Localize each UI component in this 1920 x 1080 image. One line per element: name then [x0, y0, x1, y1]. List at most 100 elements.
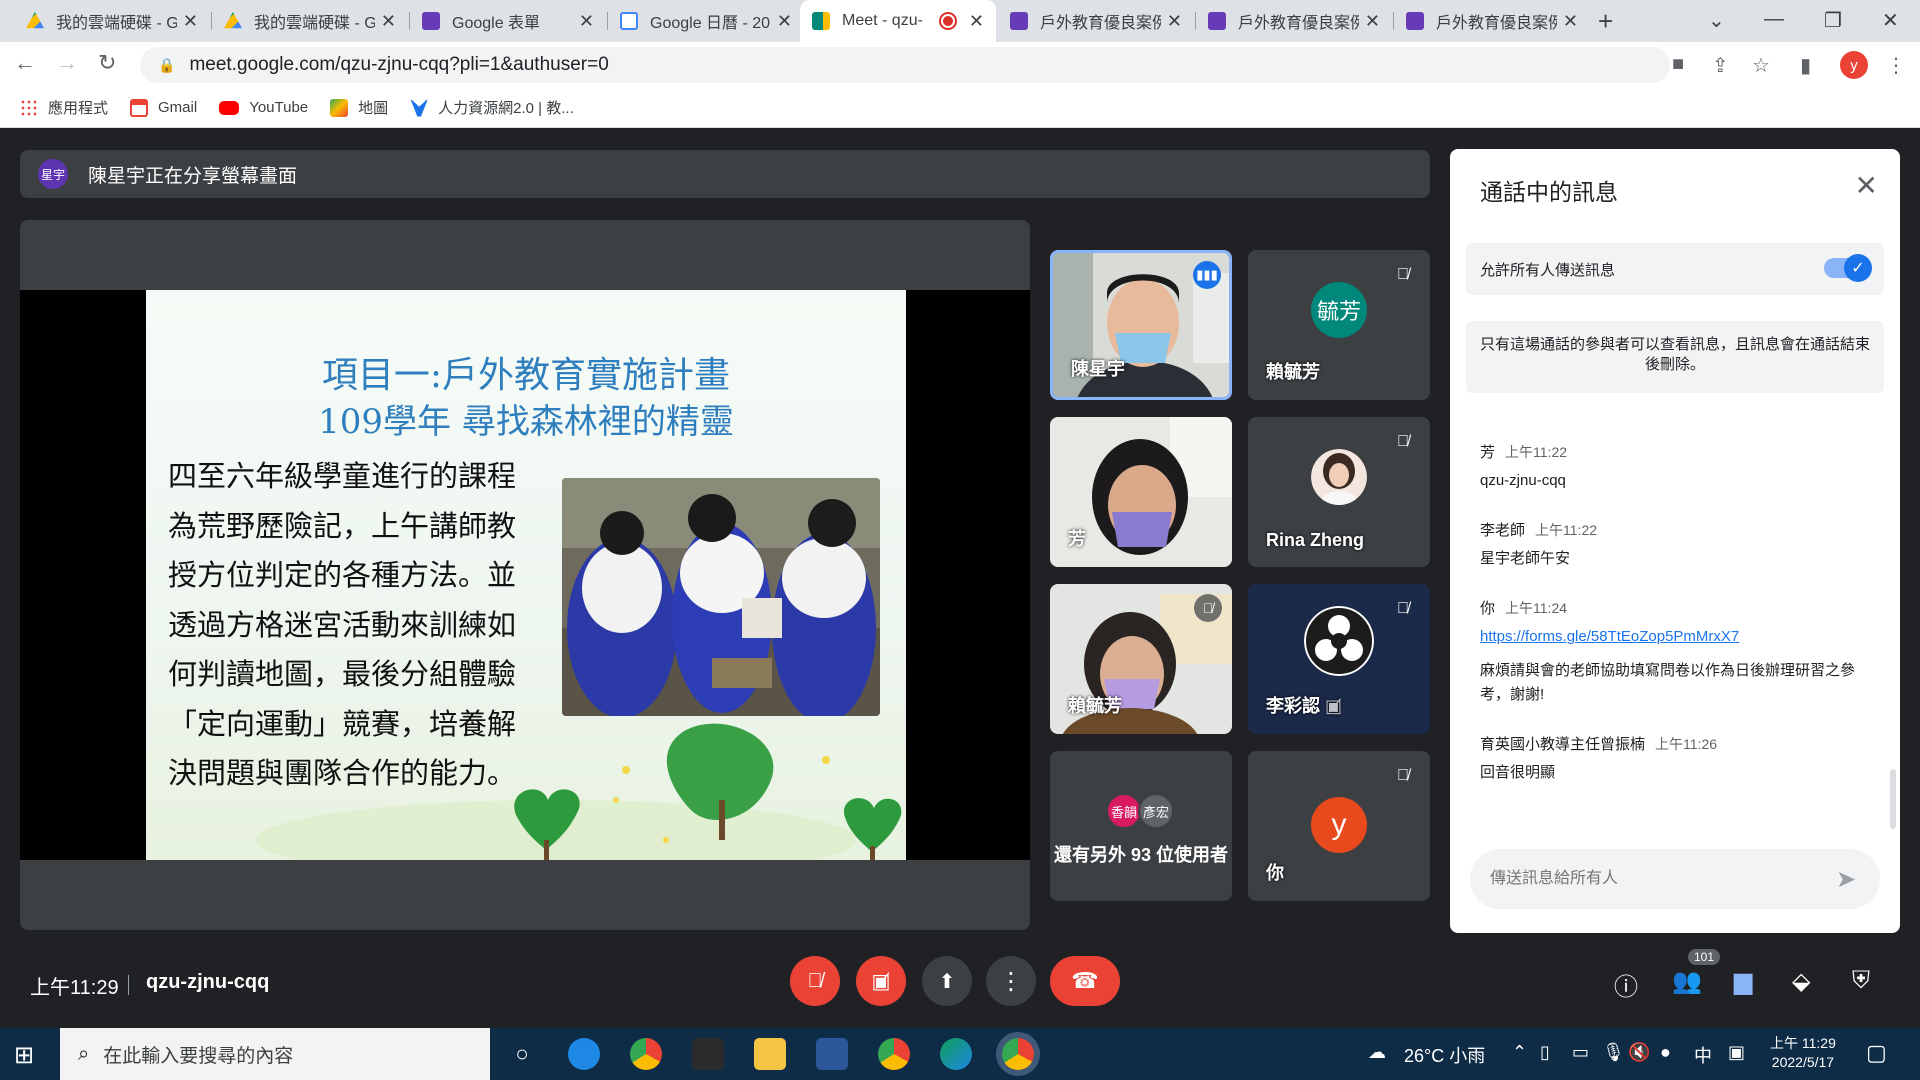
self-tile[interactable]: 🎙̸ y 你	[1248, 751, 1430, 901]
notifications-icon[interactable]: ▢	[1866, 1040, 1887, 1066]
bookmark-youtube[interactable]: YouTube	[219, 99, 308, 116]
window-close-icon[interactable]: ✕	[1882, 8, 1899, 33]
browser-tab-forms[interactable]: Google 表單 ✕	[410, 0, 606, 42]
form-link[interactable]: https://forms.gle/58TtEoZop5PmMrxX7	[1480, 628, 1739, 645]
close-tab-icon[interactable]: ✕	[1365, 11, 1380, 32]
hang-up-icon: ☎	[1071, 968, 1099, 993]
participant-tile[interactable]: ▮▮▮ 陳星宇	[1050, 250, 1232, 400]
back-arrow-icon[interactable]: ←	[14, 50, 36, 76]
close-tab-icon[interactable]: ✕	[183, 11, 198, 32]
chrome-icon[interactable]	[630, 1038, 662, 1070]
present-screen-button[interactable]: ⬆	[922, 956, 972, 1006]
camera-in-use-icon[interactable]: ■	[1672, 53, 1684, 76]
close-chat-icon[interactable]: ✕	[1855, 169, 1878, 202]
participant-tile[interactable]: 🎙̸ 毓芳 賴毓芳	[1248, 250, 1430, 400]
participants-icon[interactable]: 👥	[1672, 967, 1702, 996]
close-tab-icon[interactable]: ✕	[777, 11, 792, 32]
allow-messages-toggle[interactable]: ✓	[1824, 254, 1872, 282]
mic-off-icon: 🎙̸	[807, 969, 823, 992]
close-tab-icon[interactable]: ✕	[969, 11, 984, 32]
bookmark-apps[interactable]: 應用程式	[20, 97, 108, 118]
word-icon[interactable]	[816, 1038, 848, 1070]
browser-tab-case-1[interactable]: 戶外教育優良案例 ✕	[998, 0, 1194, 42]
profile-avatar[interactable]: y	[1840, 51, 1868, 79]
bookmark-gmail[interactable]: Gmail	[130, 98, 197, 117]
ime-mode-icon[interactable]: ▣	[1728, 1042, 1745, 1063]
chrome-profile-icon[interactable]	[878, 1038, 910, 1070]
bookmark-star-icon[interactable]: ☆	[1752, 53, 1770, 78]
maximize-icon[interactable]: ❐	[1824, 8, 1842, 33]
close-tab-icon[interactable]: ✕	[579, 11, 594, 32]
forward-arrow-icon[interactable]: →	[56, 50, 78, 76]
browser-tab-drive-2[interactable]: 我的雲端硬碟 - G ✕	[212, 0, 408, 42]
close-tab-icon[interactable]: ✕	[1563, 11, 1578, 32]
slide-subtitle: 109學年 尋找森林裡的精靈	[318, 402, 734, 442]
more-options-button[interactable]: ⋮	[986, 956, 1036, 1006]
browser-tab-case-2[interactable]: 戶外教育優良案例 ✕	[1196, 0, 1392, 42]
share-icon[interactable]: ⇪	[1712, 53, 1729, 78]
chrome-active-icon[interactable]	[1002, 1038, 1034, 1070]
google-calendar-icon	[620, 12, 638, 30]
presenting-text: 陳星宇正在分享螢幕畫面	[88, 165, 298, 187]
bookmark-maps[interactable]: 地圖	[330, 97, 388, 118]
browser-tab-drive-1[interactable]: 我的雲端硬碟 - G ✕	[14, 0, 210, 42]
mic-off-icon: 🎙̸	[1194, 594, 1222, 622]
lock-icon[interactable]: 🔒	[158, 57, 175, 74]
ime-indicator[interactable]: 中	[1694, 1042, 1712, 1068]
address-bar[interactable]: 🔒 meet.google.com/qzu-zjnu-cqq?pli=1&aut…	[140, 47, 1670, 83]
new-tab-plus-icon[interactable]: +	[1598, 6, 1613, 37]
close-tab-icon[interactable]: ✕	[381, 11, 396, 32]
tray-chrome-icon[interactable]: ●	[1660, 1042, 1671, 1063]
meeting-details-icon[interactable]: ⓘ	[1614, 967, 1638, 1002]
volume-muted-icon[interactable]: 🔇	[1628, 1042, 1650, 1063]
leave-call-button[interactable]: ☎	[1050, 956, 1120, 1006]
tab-search-chevron-icon[interactable]: ⌄	[1708, 8, 1725, 33]
browser-tab-case-3[interactable]: 戶外教育優良案例 ✕	[1394, 0, 1590, 42]
task-view-icon[interactable]: ○	[506, 1038, 538, 1070]
send-icon[interactable]: ➤	[1836, 865, 1856, 894]
participant-tile[interactable]: 🎙̸ Rina Zheng	[1248, 417, 1430, 567]
file-explorer-icon[interactable]	[754, 1038, 786, 1070]
internet-explorer-icon[interactable]	[568, 1038, 600, 1070]
network-icon[interactable]: ▭	[1572, 1042, 1589, 1063]
browser-tab-calendar[interactable]: Google 日曆 - 20 ✕	[608, 0, 804, 42]
host-controls-icon[interactable]: ⛨	[1852, 967, 1870, 995]
google-forms-icon	[1208, 12, 1226, 30]
bookmark-hr-network[interactable]: 人力資源網2.0 | 教...	[410, 97, 574, 118]
meeting-controls: 上午11:29 qzu-zjnu-cqq 🎙̸ ▣̸ ⬆ ⋮ ☎ ⓘ 👥 101…	[0, 949, 1920, 1028]
apps-grid-icon	[20, 98, 38, 117]
more-vert-icon: ⋮	[999, 967, 1023, 995]
youtube-icon	[219, 100, 240, 115]
toggle-mic-button[interactable]: 🎙̸	[790, 956, 840, 1006]
chat-title: 通話中的訊息	[1480, 179, 1618, 205]
reload-icon[interactable]: ↻	[98, 50, 116, 76]
participant-tile[interactable]: 芳	[1050, 417, 1232, 567]
tray-chevron-icon[interactable]: ⌃	[1512, 1042, 1527, 1063]
chat-message-input[interactable]	[1470, 849, 1880, 909]
activities-icon[interactable]: ⬙	[1792, 967, 1810, 996]
video-editor-icon[interactable]	[692, 1038, 724, 1070]
chat-icon[interactable]: ▆	[1734, 967, 1752, 996]
shared-screen-stage[interactable]: 項目一:戶外教育實施計畫 109學年 尋找森林裡的精靈 四至六年級學童進行的課程…	[20, 220, 1030, 930]
chat-scrollbar[interactable]	[1890, 769, 1896, 829]
weather-cloud-icon[interactable]: ☁	[1368, 1042, 1386, 1063]
toggle-camera-button[interactable]: ▣̸	[856, 956, 906, 1006]
tray-battery-icon[interactable]: ▯	[1540, 1042, 1550, 1063]
side-panel-icon[interactable]: ▮	[1800, 53, 1811, 78]
mic-off-icon: 🎙̸	[1397, 266, 1409, 283]
minimize-icon[interactable]: —	[1764, 8, 1784, 31]
allow-messages-setting: 允許所有人傳送訊息 ✓	[1466, 243, 1884, 295]
weather-text[interactable]: 26°C 小雨	[1404, 1042, 1485, 1068]
edge-icon[interactable]	[940, 1038, 972, 1070]
google-forms-icon	[1010, 12, 1028, 30]
participant-tile[interactable]: 🎙̸ 賴毓芳	[1050, 584, 1232, 734]
participant-tile[interactable]: 🎙̸ 李彩認 ▣̸	[1248, 584, 1430, 734]
close-tab-icon[interactable]: ✕	[1167, 11, 1182, 32]
taskbar-clock[interactable]: 上午 11:29 2022/5/17	[1770, 1034, 1836, 1072]
taskbar-search-box[interactable]: ⌕ 在此輸入要搜尋的內容	[60, 1028, 490, 1080]
browser-tab-meet[interactable]: Meet - qzu- ✕	[800, 0, 996, 42]
windows-start-icon[interactable]: ⊞	[14, 1041, 34, 1070]
others-tile[interactable]: 香韻 彥宏 還有另外 93 位使用者	[1050, 751, 1232, 901]
chrome-menu-icon[interactable]: ⋮	[1886, 53, 1906, 78]
tray-mic-icon[interactable]: 🎙	[1602, 1042, 1625, 1063]
